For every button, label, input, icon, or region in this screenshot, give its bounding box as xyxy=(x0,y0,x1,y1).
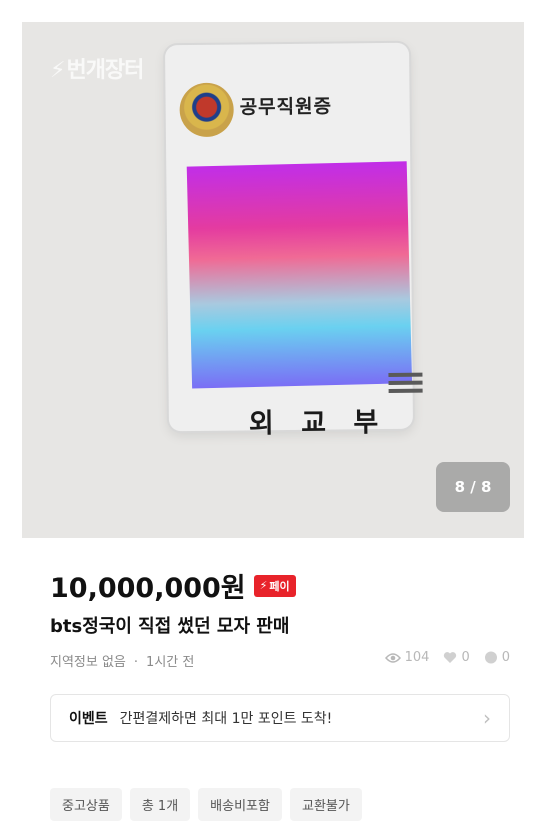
tag-chip: 교환불가 xyxy=(289,788,362,821)
product-photo[interactable]: ⚡번개장터 공무직원증 외 교 부 8 / 8 xyxy=(22,22,524,538)
views-stat: 104 xyxy=(384,650,429,665)
product-meta: 지역정보 없음 · 1시간 전 xyxy=(50,651,194,670)
watermark: ⚡번개장터 xyxy=(50,58,144,83)
card-title: 공무직원증 xyxy=(239,95,333,119)
emblem-icon xyxy=(179,82,234,138)
event-text: 간편결제하면 최대 1만 포인트 도착! xyxy=(119,711,333,727)
id-photo-placeholder xyxy=(186,161,413,389)
separator-dot: · xyxy=(133,655,139,670)
tag-chip: 총 1개 xyxy=(129,788,191,821)
time-posted: 1시간 전 xyxy=(146,655,195,670)
location: 지역정보 없음 xyxy=(50,655,126,670)
price: 10,000,000원 xyxy=(50,573,246,604)
stripes-icon xyxy=(388,372,423,399)
eye-icon xyxy=(384,652,401,663)
tag-chip: 배송비포함 xyxy=(198,788,282,821)
bolt-icon: ⚡ xyxy=(259,579,268,592)
product-tags: 중고상품 총 1개 배송비포함 교환불가 xyxy=(50,788,362,821)
tag-chip: 중고상품 xyxy=(50,788,122,821)
chats-stat: 0 xyxy=(484,650,510,665)
chevron-right-icon: › xyxy=(483,706,491,730)
price-row: 10,000,000원 ⚡ 페이 xyxy=(50,566,296,605)
likes-stat[interactable]: 0 xyxy=(443,650,470,665)
chat-icon xyxy=(484,651,497,664)
id-card: 공무직원증 외 교 부 xyxy=(164,42,423,439)
page-indicator: 8 / 8 xyxy=(436,462,510,512)
pay-badge: ⚡ 페이 xyxy=(253,574,296,597)
product-title: bts정국이 직접 썼던 모자 판매 xyxy=(50,616,290,637)
heart-icon xyxy=(444,652,457,663)
ministry-label: 외 교 부 xyxy=(248,406,388,440)
product-stats: 104 0 0 xyxy=(384,650,510,665)
event-tag: 이벤트 xyxy=(69,711,108,727)
event-banner[interactable]: 이벤트 간편결제하면 최대 1만 포인트 도착! › xyxy=(50,694,510,742)
bolt-icon: ⚡ xyxy=(50,58,65,83)
